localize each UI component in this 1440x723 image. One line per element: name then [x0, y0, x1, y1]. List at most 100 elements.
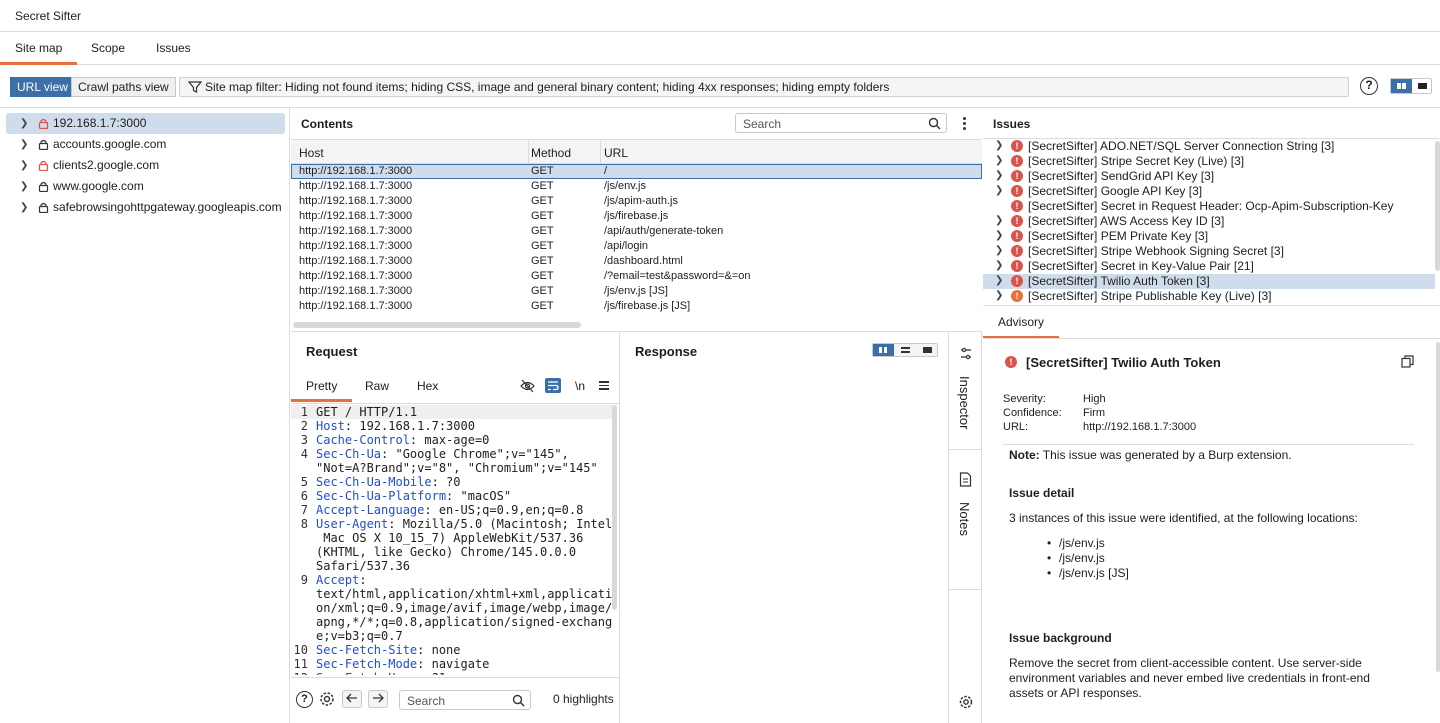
table-row[interactable]: http://192.168.1.7:3000 GET/dashboard.htm… — [291, 254, 982, 269]
url-view-button[interactable]: URL view — [10, 77, 75, 97]
table-row[interactable]: http://192.168.1.7:3000 GET/js/firebase.j… — [291, 209, 982, 224]
back-button[interactable] — [342, 690, 362, 708]
chevron-right-icon[interactable]: ❯ — [20, 134, 28, 155]
chevron-right-icon[interactable]: ❯ — [995, 169, 1003, 183]
issue-item[interactable]: ❯! [SecretSifter] SendGrid API Key [3] — [983, 169, 1435, 184]
layout-toggle[interactable] — [1390, 78, 1432, 94]
issues-panel: Issues ❯! [SecretSifter] ADO.NET/SQL Serv… — [983, 108, 1440, 306]
issue-item[interactable]: ❯! [SecretSifter] Stripe Publishable Key … — [983, 289, 1435, 304]
table-row[interactable]: http://192.168.1.7:3000 GET/api/login — [291, 239, 982, 254]
column-method[interactable]: Method — [531, 146, 571, 160]
column-url[interactable]: URL — [604, 146, 628, 160]
table-row[interactable]: http://192.168.1.7:3000 GET/js/env.js [JS… — [291, 284, 982, 299]
tree-item-label: 192.168.1.7:3000 — [53, 116, 147, 130]
inspector-icon[interactable] — [959, 347, 973, 361]
chevron-right-icon[interactable]: ❯ — [995, 259, 1003, 273]
tab-scope[interactable]: Scope — [91, 41, 125, 55]
confidence-value: Firm — [1083, 407, 1105, 419]
notes-icon[interactable] — [959, 472, 972, 487]
request-editor[interactable]: 1 GET / HTTP/1.1 2 Host: 192.168.1.7:3000 3 C… — [291, 405, 613, 675]
response-layout-toggle[interactable] — [872, 343, 938, 357]
column-host[interactable]: Host — [299, 146, 324, 160]
split-layout-icon[interactable] — [873, 344, 894, 356]
chevron-right-icon[interactable]: ❯ — [20, 155, 28, 176]
issue-item[interactable]: ❯! [SecretSifter] Google API Key [3] — [983, 184, 1435, 199]
severity-label: Severity: — [1003, 393, 1046, 405]
help-icon[interactable]: ? — [1360, 77, 1378, 95]
issue-label: [SecretSifter] Secret in Key-Value Pair … — [1028, 259, 1254, 273]
chevron-right-icon[interactable]: ❯ — [995, 184, 1003, 198]
split-layout-icon[interactable] — [1391, 79, 1412, 93]
tree-item[interactable]: ❯ safebrowsingohttpgateway.googleapis.com — [6, 197, 285, 218]
single-layout-icon[interactable] — [1418, 83, 1427, 89]
chevron-right-icon[interactable]: ❯ — [995, 289, 1003, 303]
severity-icon: ! — [1011, 260, 1023, 272]
forward-button[interactable] — [368, 690, 388, 708]
tree-item[interactable]: ❯ www.google.com — [6, 176, 285, 197]
severity-icon: ! — [1011, 170, 1023, 182]
chevron-right-icon[interactable]: ❯ — [995, 274, 1003, 288]
issue-label: [SecretSifter] ADO.NET/SQL Server Connec… — [1028, 139, 1335, 153]
issue-item[interactable]: ❯! [SecretSifter] Stripe Secret Key (Live… — [983, 154, 1435, 169]
chevron-right-icon[interactable]: ❯ — [995, 139, 1003, 153]
cell-url: /dashboard.html — [604, 255, 683, 267]
tab-site-map[interactable]: Site map — [0, 41, 78, 65]
single-layout-icon[interactable] — [923, 347, 932, 353]
tab-issues[interactable]: Issues — [156, 41, 191, 55]
tab-raw[interactable]: Raw — [365, 379, 389, 393]
vertical-scrollbar[interactable] — [1435, 141, 1440, 271]
table-row[interactable]: http://192.168.1.7:3000 GET/js/apim-auth.… — [291, 194, 982, 209]
severity-value: High — [1083, 393, 1106, 405]
code-line: e;v=b3;q=0.7 — [316, 629, 403, 643]
horizontal-scrollbar[interactable] — [293, 322, 581, 328]
tree-item[interactable]: ❯ 192.168.1.7:3000 — [6, 113, 285, 134]
table-row[interactable]: http://192.168.1.7:3000 GET/js/env.js — [291, 179, 982, 194]
menu-icon[interactable] — [599, 381, 609, 390]
severity-icon: ! — [1011, 200, 1023, 212]
issue-label: [SecretSifter] Google API Key [3] — [1028, 184, 1203, 198]
copy-icon[interactable] — [1401, 355, 1414, 368]
table-row[interactable]: http://192.168.1.7:3000 GET /?email=test&p… — [291, 269, 982, 284]
chevron-right-icon[interactable]: ❯ — [20, 113, 28, 134]
vertical-scrollbar[interactable] — [1436, 342, 1440, 672]
chevron-right-icon[interactable]: ❯ — [20, 197, 28, 218]
issue-item[interactable]: ❯! [SecretSifter] AWS Access Key ID [3] — [983, 214, 1435, 229]
vertical-scrollbar[interactable] — [612, 405, 617, 610]
crawl-paths-view-button[interactable]: Crawl paths view — [71, 77, 176, 97]
inspector-tab[interactable]: Inspector — [957, 376, 972, 429]
tree-item[interactable]: ❯ clients2.google.com — [6, 155, 285, 176]
table-row[interactable]: http://192.168.1.7:3000 GET / — [291, 164, 982, 179]
help-icon[interactable]: ? — [296, 691, 313, 708]
issue-item[interactable]: ❯! [SecretSifter] Stripe Webhook Signing … — [983, 244, 1435, 259]
issue-item[interactable]: ❯! [SecretSifter] PEM Private Key [3] — [983, 229, 1435, 244]
issue-item[interactable]: ❯! [SecretSifter] ADO.NET/SQL Server Conn… — [983, 139, 1435, 154]
wrap-lines-icon[interactable] — [545, 378, 561, 393]
issue-item[interactable]: ❯! [SecretSifter] Twilio Auth Token [3] — [983, 274, 1435, 289]
chevron-right-icon[interactable]: ❯ — [20, 176, 28, 197]
settings-icon[interactable] — [318, 690, 336, 708]
tab-hex[interactable]: Hex — [417, 379, 438, 393]
chevron-right-icon[interactable]: ❯ — [995, 154, 1003, 168]
chevron-right-icon[interactable]: ❯ — [995, 229, 1003, 243]
request-search-input[interactable]: Search — [399, 690, 531, 710]
newline-toggle[interactable]: \n — [575, 379, 585, 393]
issue-item[interactable]: ❯! [SecretSifter] Secret in Key-Value Pai… — [983, 259, 1435, 274]
filter-icon — [188, 81, 202, 93]
app-title: Secret Sifter — [15, 9, 82, 23]
tab-pretty[interactable]: Pretty — [290, 379, 353, 402]
chevron-right-icon[interactable]: ❯ — [995, 244, 1003, 258]
settings-icon[interactable] — [958, 694, 974, 710]
chevron-right-icon[interactable]: ❯ — [995, 214, 1003, 228]
table-row[interactable]: http://192.168.1.7:3000 GET/api/auth/gene… — [291, 224, 982, 239]
more-options-icon[interactable] — [963, 117, 967, 132]
site-map-filter[interactable]: Site map filter: Hiding not found items;… — [179, 77, 1349, 97]
notes-tab[interactable]: Notes — [957, 502, 972, 536]
tree-item[interactable]: ❯ accounts.google.com — [6, 134, 285, 155]
code-line: 6 Sec-Ch-Ua-Platform: "macOS" — [300, 489, 512, 503]
horizontal-layout-icon[interactable] — [901, 347, 910, 353]
table-row[interactable]: http://192.168.1.7:3000 GET/js/firebase.j… — [291, 299, 982, 314]
contents-search-input[interactable]: Search — [735, 113, 947, 133]
issue-item[interactable]: ! [SecretSifter] Secret in Request Header… — [983, 199, 1435, 214]
hide-non-printable-icon[interactable] — [520, 379, 535, 393]
tab-advisory[interactable]: Advisory — [982, 315, 1060, 339]
